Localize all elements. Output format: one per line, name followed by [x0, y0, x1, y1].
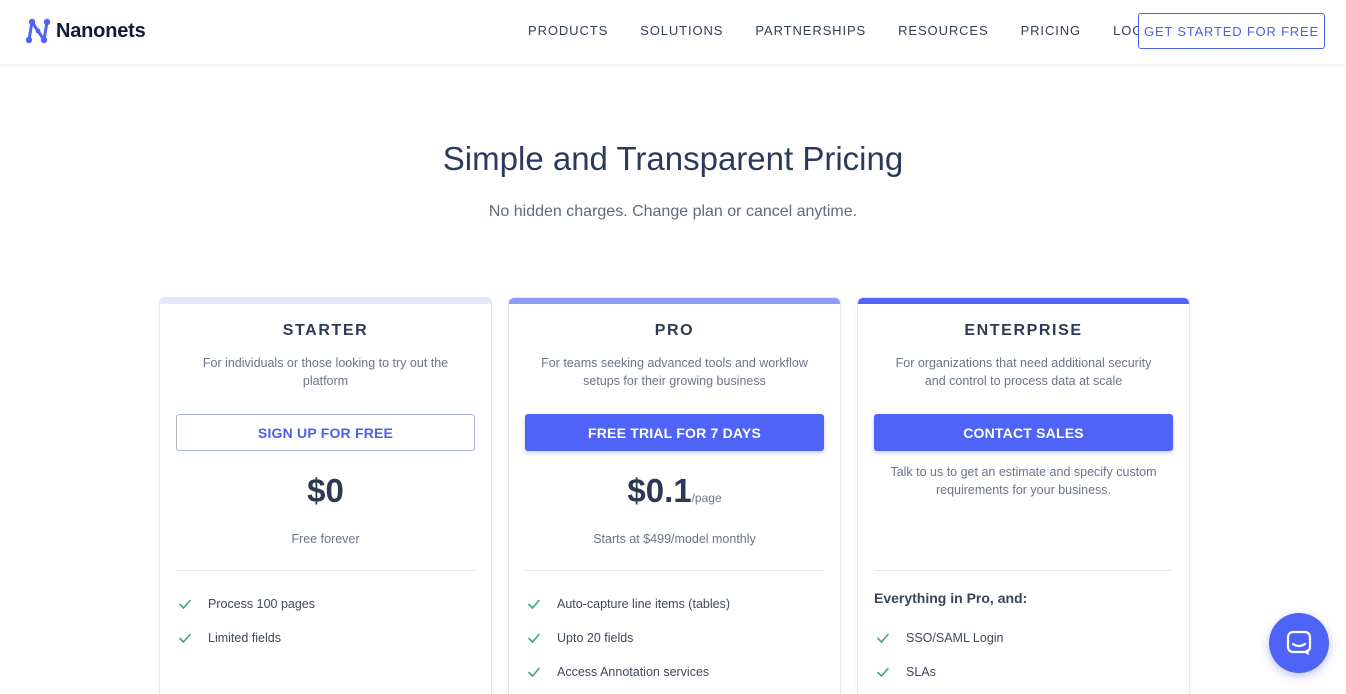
feature-item: SLAs: [876, 655, 1173, 689]
feature-item: Access Annotation services: [527, 655, 824, 689]
nav-partnerships[interactable]: PARTNERSHIPS: [755, 23, 866, 38]
plan-card-starter: STARTER For individuals or those looking…: [159, 297, 492, 694]
chat-launcher-button[interactable]: [1269, 613, 1329, 673]
divider: [874, 570, 1173, 571]
plan-accent-bar: [509, 298, 840, 304]
feature-item: Upto 20 fields: [527, 621, 824, 655]
feature-list: Process 100 pages Limited fields: [178, 587, 475, 655]
check-icon: [877, 667, 889, 677]
check-icon: [528, 633, 540, 643]
plan-card-enterprise: ENTERPRISE For organizations that need a…: [857, 297, 1190, 694]
check-icon: [877, 633, 889, 643]
nav-products[interactable]: PRODUCTS: [528, 23, 608, 38]
feature-item: Auto-capture line items (tables): [527, 587, 824, 621]
plan-name: ENTERPRISE: [964, 322, 1083, 339]
nanonets-logo-icon: [25, 18, 51, 44]
nav-solutions[interactable]: SOLUTIONS: [640, 23, 723, 38]
price-amount: $0.1: [627, 472, 692, 509]
plan-accent-bar: [858, 298, 1189, 304]
check-icon: [179, 633, 191, 643]
nav-pricing[interactable]: PRICING: [1021, 23, 1081, 38]
plan-price: $0.1/page: [509, 472, 840, 510]
feature-label: Process 100 pages: [208, 597, 316, 611]
feature-label: Access Annotation services: [557, 665, 710, 679]
chat-bubble-icon: [1286, 630, 1312, 655]
plan-card-pro: PRO For teams seeking advanced tools and…: [508, 297, 841, 694]
feature-list: Auto-capture line items (tables) Upto 20…: [527, 587, 824, 689]
check-icon: [179, 599, 191, 609]
features-heading: Everything in Pro, and:: [874, 590, 1028, 606]
feature-label: Auto-capture line items (tables): [557, 597, 730, 611]
plan-name: STARTER: [282, 322, 369, 339]
nav-links: PRODUCTS SOLUTIONS PARTNERSHIPS RESOURCE…: [528, 0, 1195, 61]
divider: [176, 570, 475, 571]
feature-label: Limited fields: [208, 631, 281, 645]
plan-description: For organizations that need additional s…: [895, 356, 1152, 388]
feature-list: SSO/SAML Login SLAs: [876, 621, 1173, 689]
plan-name: PRO: [654, 322, 695, 339]
price-amount: $0: [307, 472, 344, 509]
price-note: Starts at $499/model monthly: [593, 532, 756, 546]
feature-item: Process 100 pages: [178, 587, 475, 621]
page-subtitle: No hidden charges. Change plan or cancel…: [488, 203, 858, 220]
plan-price: $0: [160, 472, 491, 510]
price-unit: /page: [691, 491, 722, 505]
contact-sales-button[interactable]: CONTACT SALES: [874, 414, 1173, 451]
free-trial-button[interactable]: FREE TRIAL FOR 7 DAYS: [525, 414, 824, 451]
feature-item: SSO/SAML Login: [876, 621, 1173, 655]
divider: [525, 570, 824, 571]
feature-label: Upto 20 fields: [557, 631, 634, 645]
get-started-button[interactable]: GET STARTED FOR FREE: [1138, 13, 1325, 49]
plan-description: For teams seeking advanced tools and wor…: [541, 356, 808, 388]
enterprise-note: Talk to us to get an estimate and specif…: [890, 465, 1157, 497]
brand-logo[interactable]: Nanonets: [24, 16, 146, 46]
top-navbar: Nanonets PRODUCTS SOLUTIONS PARTNERSHIPS…: [0, 0, 1346, 64]
check-icon: [528, 599, 540, 609]
feature-item: Limited fields: [178, 621, 475, 655]
feature-label: SSO/SAML Login: [906, 631, 1004, 645]
price-note: Free forever: [291, 532, 360, 546]
plan-accent-bar: [160, 298, 491, 304]
sign-up-button[interactable]: SIGN UP FOR FREE: [176, 414, 475, 451]
check-icon: [528, 667, 540, 677]
brand-name: Nanonets: [56, 19, 146, 42]
nav-resources[interactable]: RESOURCES: [898, 23, 988, 38]
plan-description: For individuals or those looking to try …: [202, 356, 449, 388]
feature-label: SLAs: [906, 665, 936, 679]
page-title: Simple and Transparent Pricing: [442, 140, 904, 177]
